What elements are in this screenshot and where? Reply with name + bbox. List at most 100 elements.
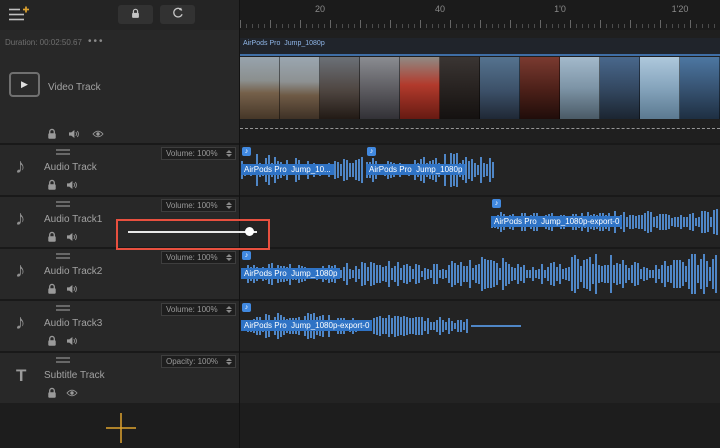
- audio-badge-icon: ♪: [242, 303, 251, 312]
- track-lock-button[interactable]: [46, 178, 58, 190]
- clip-label: AirPods Pro Jump_10...: [241, 164, 334, 175]
- video-frame-thumbnail: [240, 57, 280, 119]
- spinner-arrows-icon: [226, 358, 232, 365]
- timeline-toolbar: [0, 0, 240, 31]
- volume-label: Volume: 100%: [166, 253, 218, 262]
- track-mute-button[interactable]: [66, 178, 78, 190]
- duration-label: Duration: 00:02:50.67: [5, 38, 82, 47]
- track-lock-button[interactable]: [46, 282, 58, 294]
- refresh-icon: [172, 6, 184, 24]
- audio-clip[interactable]: ♪ AirPods Pro Jump_1080p: [240, 249, 720, 299]
- volume-label: Volume: 100%: [166, 149, 218, 158]
- track-name: Audio Track2: [44, 266, 102, 277]
- track-mute-button[interactable]: [66, 282, 78, 294]
- spinner-arrows-icon: [226, 306, 232, 313]
- video-frame-thumbnail: [640, 57, 680, 119]
- audio-clip[interactable]: ♪ AirPods Pro Jump_1080p-export-0: [490, 197, 720, 247]
- clip-label: AirPods Pro Jump_1080p: [241, 268, 340, 279]
- music-note-icon: ♪: [15, 207, 26, 231]
- audio-clip[interactable]: ♪ AirPods Pro Jump_1080p-export-0: [240, 301, 522, 351]
- spinner-arrows-icon: [226, 202, 232, 209]
- snap-guide-dashed-line: [240, 128, 720, 129]
- subtitle-text-icon: T: [16, 366, 26, 386]
- ruler-label: 40: [435, 4, 445, 14]
- video-frame-thumbnail: [440, 57, 480, 119]
- opacity-spinner[interactable]: Opacity: 100%: [161, 355, 236, 368]
- video-track-lane[interactable]: AirPods Pro Jump_1080p: [240, 30, 720, 143]
- video-frame-thumbnail: [280, 57, 320, 119]
- ruler-label: 20: [315, 4, 325, 14]
- highlight-annotation-box: [116, 219, 270, 250]
- volume-spinner[interactable]: Volume: 100%: [161, 147, 236, 160]
- audio-clip[interactable]: ♪ AirPods Pro Jump_10...: [240, 145, 365, 195]
- volume-spinner[interactable]: Volume: 100%: [161, 199, 236, 212]
- video-track-icon: ▶: [9, 72, 40, 97]
- track-lock-button[interactable]: [46, 127, 58, 139]
- volume-label: Volume: 100%: [166, 305, 218, 314]
- lock-tracks-button[interactable]: [118, 5, 153, 24]
- timeline-bottom-area: [0, 403, 720, 448]
- waveform-silent-tail: [471, 325, 521, 327]
- video-frame-thumbnail: [320, 57, 360, 119]
- video-frame-thumbnail: [600, 57, 640, 119]
- timeline-ruler[interactable]: 20 40 1'0 1'20: [240, 0, 720, 31]
- clip-overview-bar[interactable]: AirPods Pro Jump_1080p: [240, 38, 720, 56]
- ruler-ticks: [240, 18, 720, 28]
- track-lock-button[interactable]: [46, 334, 58, 346]
- opacity-label: Opacity: 100%: [166, 357, 218, 366]
- add-track-icon: [8, 10, 30, 27]
- video-frame-thumbnail: [400, 57, 440, 119]
- track-drag-handle[interactable]: [56, 253, 70, 261]
- volume-label: Volume: 100%: [166, 201, 218, 210]
- track-visibility-button[interactable]: [92, 127, 104, 139]
- track-mute-button[interactable]: [66, 230, 78, 242]
- track-drag-handle[interactable]: [56, 305, 70, 313]
- render-preview-button[interactable]: [160, 5, 195, 24]
- plus-icon: [106, 413, 136, 443]
- video-clip-filmstrip[interactable]: [240, 57, 720, 119]
- subtitle-track-header: Opacity: 100% T Subtitle Track: [0, 353, 239, 403]
- video-editor-timeline: 20 40 1'0 1'20 Duration: 00:02:50.67 •••…: [0, 0, 720, 448]
- audio-track2-header: Volume: 100% ♪ Audio Track2: [0, 249, 239, 299]
- track-name: Audio Track1: [44, 214, 102, 225]
- music-note-icon: ♪: [15, 311, 26, 335]
- overview-clip-label: AirPods Pro Jump_1080p: [243, 40, 325, 47]
- track-drag-handle[interactable]: [56, 149, 70, 157]
- video-frame-thumbnail: [520, 57, 560, 119]
- audio-track-header: Volume: 100% ♪ Audio Track: [0, 145, 239, 195]
- audio-track2-lane[interactable]: ♪ AirPods Pro Jump_1080p: [240, 249, 720, 299]
- track-lock-button[interactable]: [46, 230, 58, 242]
- track-mute-button[interactable]: [66, 334, 78, 346]
- track-name: Audio Track: [44, 162, 97, 173]
- track-lock-button[interactable]: [46, 386, 58, 398]
- audio-badge-icon: ♪: [242, 251, 251, 260]
- clip-label: AirPods Pro Jump_1080p: [366, 164, 465, 175]
- audio-track1-lane[interactable]: ♪ AirPods Pro Jump_1080p-export-0: [240, 197, 720, 247]
- track-visibility-button[interactable]: [66, 386, 78, 398]
- video-frame-thumbnail: [360, 57, 400, 119]
- subtitle-track-lane[interactable]: [240, 353, 720, 403]
- music-note-icon: ♪: [15, 155, 26, 179]
- audio-clip[interactable]: ♪ AirPods Pro Jump_1080p: [365, 145, 497, 195]
- volume-spinner[interactable]: Volume: 100%: [161, 251, 236, 264]
- video-frame-thumbnail: [680, 57, 720, 119]
- audio-track3-lane[interactable]: ♪ AirPods Pro Jump_1080p-export-0: [240, 301, 720, 351]
- add-track-button[interactable]: [8, 6, 32, 24]
- play-icon: ▶: [21, 79, 28, 90]
- spinner-arrows-icon: [226, 150, 232, 157]
- track-drag-handle[interactable]: [56, 201, 70, 209]
- add-track-plus-button[interactable]: [106, 413, 136, 443]
- track-name: Subtitle Track: [44, 370, 105, 381]
- spinner-arrows-icon: [226, 254, 232, 261]
- audio-track3-header: Volume: 100% ♪ Audio Track3: [0, 301, 239, 351]
- audio-track-lane[interactable]: ♪ AirPods Pro Jump_10... ♪ AirPods Pro J…: [240, 145, 720, 195]
- track-mute-button[interactable]: [68, 127, 80, 139]
- video-frame-thumbnail: [560, 57, 600, 119]
- track-options-dots[interactable]: •••: [88, 36, 105, 47]
- track-drag-handle[interactable]: [56, 357, 70, 365]
- ruler-label: 1'0: [554, 4, 566, 14]
- volume-spinner[interactable]: Volume: 100%: [161, 303, 236, 316]
- video-frame-thumbnail: [480, 57, 520, 119]
- clip-label: AirPods Pro Jump_1080p-export-0: [241, 320, 372, 331]
- audio-badge-icon: ♪: [242, 147, 251, 156]
